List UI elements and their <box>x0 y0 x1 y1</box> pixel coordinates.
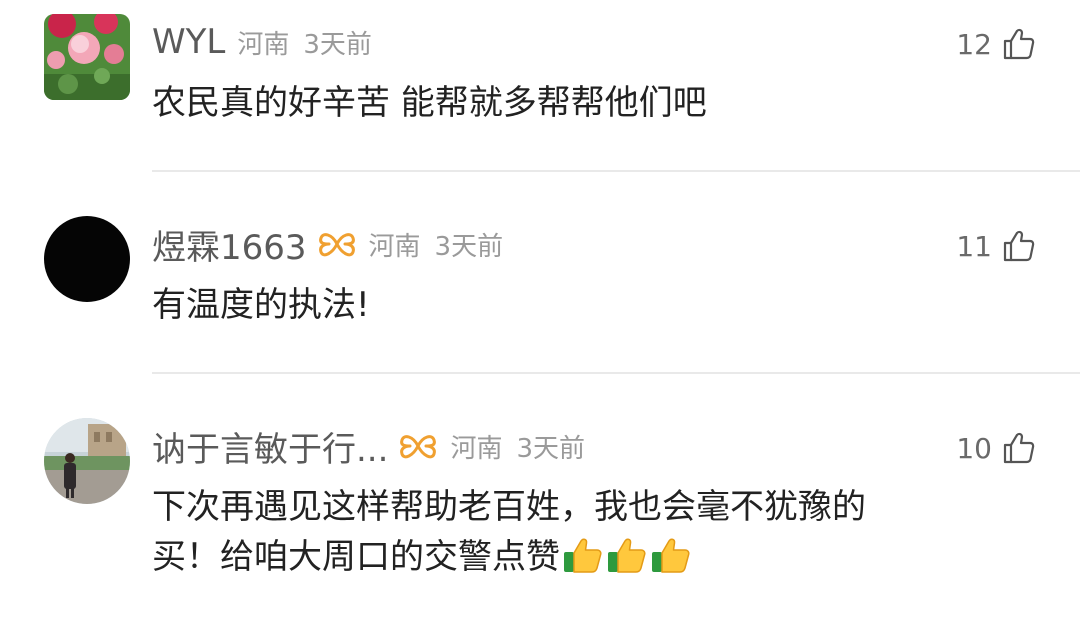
comment-text-segment: 买！给咱大周口的交警点赞 <box>152 537 560 577</box>
thumbs-up-emoji-icon <box>606 536 648 574</box>
like-count: 10 <box>956 431 992 465</box>
username[interactable]: 煜霖1663 <box>152 220 307 269</box>
thumbs-up-icon[interactable] <box>1002 431 1036 465</box>
butterfly-icon <box>398 432 438 460</box>
user-avatar[interactable] <box>44 14 130 100</box>
comment-text: 有温度的执法! <box>152 285 370 325</box>
like-count: 11 <box>956 229 992 263</box>
person-avatar-image <box>44 418 130 504</box>
timestamp: 3天前 <box>434 231 504 262</box>
comment-text: 下次再遇见这样帮助老百姓，我也会毫不犹豫的 买！给咱大周口的交警点赞 <box>152 482 1020 582</box>
flower-avatar-image <box>44 14 130 100</box>
comment-divider <box>152 170 1080 172</box>
like-count: 12 <box>956 27 992 61</box>
comment-text-line: 下次再遇见这样帮助老百姓，我也会毫不犹豫的 <box>152 487 866 527</box>
like-button[interactable]: 10 <box>956 426 1036 470</box>
comment-meta: WYL 河南 3天前 <box>152 20 372 64</box>
username[interactable]: 讷于言敏于行... <box>152 422 388 471</box>
comment-divider <box>152 372 1080 374</box>
thumbs-up-emoji-icon <box>562 536 604 574</box>
thumbs-up-emoji-icon <box>650 536 692 574</box>
comment-meta: 讷于言敏于行... 河南 3天前 <box>152 422 585 471</box>
user-avatar[interactable] <box>44 216 130 302</box>
region-label: 河南 <box>237 29 290 60</box>
comment-text-line: 买！给咱大周口的交警点赞 <box>152 532 1020 582</box>
region-label: 河南 <box>450 433 503 464</box>
comment-meta: 煜霖1663 河南 3天前 <box>152 220 504 269</box>
thumbs-up-icon[interactable] <box>1002 229 1036 263</box>
black-avatar-image <box>44 216 130 302</box>
timestamp: 3天前 <box>303 29 372 60</box>
timestamp: 3天前 <box>516 433 585 464</box>
username[interactable]: WYL <box>152 22 225 62</box>
user-avatar[interactable] <box>44 418 130 504</box>
like-button[interactable]: 11 <box>956 224 1036 268</box>
region-label: 河南 <box>368 231 421 262</box>
butterfly-icon <box>317 230 357 258</box>
thumbs-up-icon[interactable] <box>1002 27 1036 61</box>
comment-text: 农民真的好辛苦 能帮就多帮帮他们吧 <box>152 83 707 123</box>
like-button[interactable]: 12 <box>956 22 1036 66</box>
